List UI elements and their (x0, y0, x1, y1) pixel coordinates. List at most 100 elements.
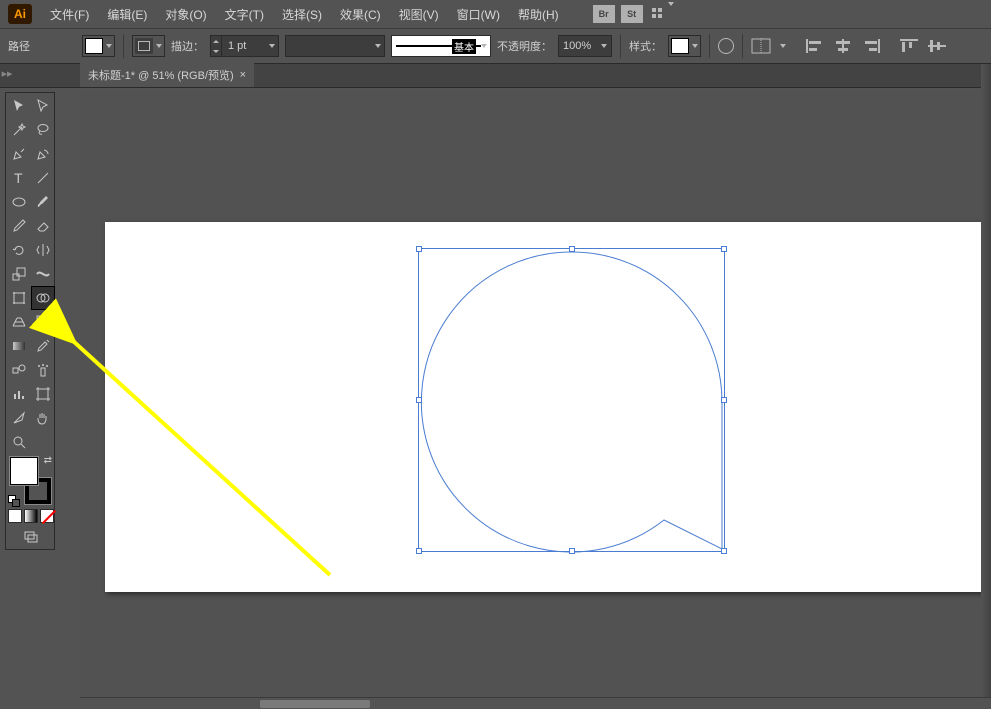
align-right-button[interactable] (862, 39, 880, 53)
direct-selection-tool[interactable] (32, 95, 54, 117)
svg-text:T: T (14, 170, 23, 186)
selection-bounding-box[interactable] (418, 248, 725, 552)
handle-w[interactable] (416, 397, 422, 403)
menu-bar: Ai 文件(F) 编辑(E) 对象(O) 文字(T) 选择(S) 效果(C) 视… (0, 0, 991, 28)
eyedropper-tool[interactable] (32, 335, 54, 357)
horizontal-scrollbar[interactable] (80, 697, 991, 709)
canvas-area[interactable] (80, 92, 991, 709)
handle-nw[interactable] (416, 246, 422, 252)
menu-effect[interactable]: 效果(C) (332, 2, 389, 27)
handle-e[interactable] (721, 397, 727, 403)
mesh-tool[interactable] (32, 311, 54, 333)
hand-tool[interactable] (32, 407, 54, 429)
app-logo-text: Ai (14, 7, 26, 21)
style-label: 样式： (629, 38, 662, 54)
variable-width-profile[interactable] (285, 35, 385, 57)
stroke-weight-value[interactable]: 1 pt (222, 40, 266, 52)
perspective-grid-tool[interactable] (8, 311, 30, 333)
app-logo: Ai (8, 4, 32, 24)
color-mode-gradient[interactable] (24, 509, 38, 523)
free-transform-tool[interactable] (8, 287, 30, 309)
gradient-tool[interactable] (8, 335, 30, 357)
menu-window[interactable]: 窗口(W) (449, 2, 508, 27)
handle-n[interactable] (569, 246, 575, 252)
document-tab[interactable]: 未标题-1* @ 51% (RGB/预览) × (80, 63, 254, 87)
fill-swatch[interactable] (82, 35, 115, 57)
rotate-tool[interactable] (8, 239, 30, 261)
divider (123, 34, 124, 58)
magic-wand-tool[interactable] (8, 119, 30, 141)
default-fill-stroke-icon[interactable] (8, 495, 20, 507)
graphic-style-swatch[interactable] (668, 35, 701, 57)
divider (742, 34, 743, 58)
scrollbar-thumb[interactable] (260, 700, 370, 708)
menu-select[interactable]: 选择(S) (274, 2, 330, 27)
arrange-documents-button[interactable] (651, 6, 674, 22)
tab-close-button[interactable]: × (240, 69, 246, 81)
curvature-tool[interactable] (32, 143, 54, 165)
lasso-tool[interactable] (32, 119, 54, 141)
column-graph-tool[interactable] (8, 383, 30, 405)
menu-type[interactable]: 文字(T) (217, 2, 272, 27)
selection-type-label: 路径 (8, 38, 30, 54)
fill-stroke-indicator[interactable]: ⇄ (8, 455, 54, 507)
control-bar: 路径 描边： 1 pt 基本 不透明度： 100% 样式： (0, 28, 991, 64)
align-to-button[interactable] (751, 38, 771, 54)
menu-help[interactable]: 帮助(H) (510, 2, 567, 27)
align-center-h-button[interactable] (834, 39, 852, 53)
type-tool[interactable]: T (8, 167, 30, 189)
divider (620, 34, 621, 58)
selected-shape-path[interactable] (419, 249, 726, 553)
menu-file[interactable]: 文件(F) (42, 2, 97, 27)
symbol-sprayer-tool[interactable] (32, 359, 54, 381)
document-tab-bar: 未标题-1* @ 51% (RGB/预览) × (0, 64, 991, 88)
width-tool[interactable] (32, 263, 54, 285)
stroke-swatch[interactable] (132, 35, 165, 57)
swap-fill-stroke-icon[interactable]: ⇄ (44, 455, 52, 466)
shape-builder-tool[interactable] (32, 287, 54, 309)
opacity-field[interactable]: 100% (558, 35, 612, 57)
stock-button[interactable]: St (621, 5, 643, 23)
divider (709, 34, 710, 58)
selection-tool[interactable] (8, 95, 30, 117)
handle-ne[interactable] (721, 246, 727, 252)
menu-view[interactable]: 视图(V) (391, 2, 447, 27)
paintbrush-tool[interactable] (32, 191, 54, 213)
color-mode-solid[interactable] (8, 509, 22, 523)
pen-tool[interactable] (8, 143, 30, 165)
handle-s[interactable] (569, 548, 575, 554)
panel-collapse-chevrons[interactable]: ▶▶ (0, 70, 14, 78)
color-mode-none[interactable] (40, 509, 54, 523)
align-left-button[interactable] (806, 39, 824, 53)
line-segment-tool[interactable] (32, 167, 54, 189)
menu-object[interactable]: 对象(O) (157, 2, 214, 27)
brush-basic-label: 基本 (452, 39, 476, 54)
right-panel-edge[interactable] (981, 64, 991, 697)
tool-panel: T ⇄ (5, 92, 55, 550)
brush-definition[interactable]: 基本 (391, 35, 491, 57)
menu-edit[interactable]: 编辑(E) (99, 2, 155, 27)
pencil-tool[interactable] (8, 215, 30, 237)
color-mode-row (8, 509, 54, 523)
reflect-tool[interactable] (32, 239, 54, 261)
align-top-button[interactable] (900, 39, 918, 53)
artboard-tool[interactable] (32, 383, 54, 405)
handle-sw[interactable] (416, 548, 422, 554)
slice-tool[interactable] (8, 407, 30, 429)
screen-mode-button[interactable] (20, 525, 42, 547)
ellipse-tool[interactable] (8, 191, 30, 213)
opacity-value: 100% (563, 40, 591, 52)
document-tab-title: 未标题-1* @ 51% (RGB/预览) (88, 67, 234, 83)
zoom-tool[interactable] (8, 431, 30, 453)
fill-color-indicator[interactable] (10, 457, 38, 485)
opacity-label: 不透明度： (497, 38, 552, 54)
recolor-artwork-button[interactable] (718, 38, 734, 54)
scale-tool[interactable] (8, 263, 30, 285)
bridge-button[interactable]: Br (593, 5, 615, 23)
blend-tool[interactable] (8, 359, 30, 381)
eraser-tool[interactable] (32, 215, 54, 237)
handle-se[interactable] (721, 548, 727, 554)
stroke-weight-field[interactable]: 1 pt (210, 35, 279, 57)
stroke-weight-stepper[interactable] (211, 36, 222, 56)
align-center-v-button[interactable] (928, 39, 946, 53)
